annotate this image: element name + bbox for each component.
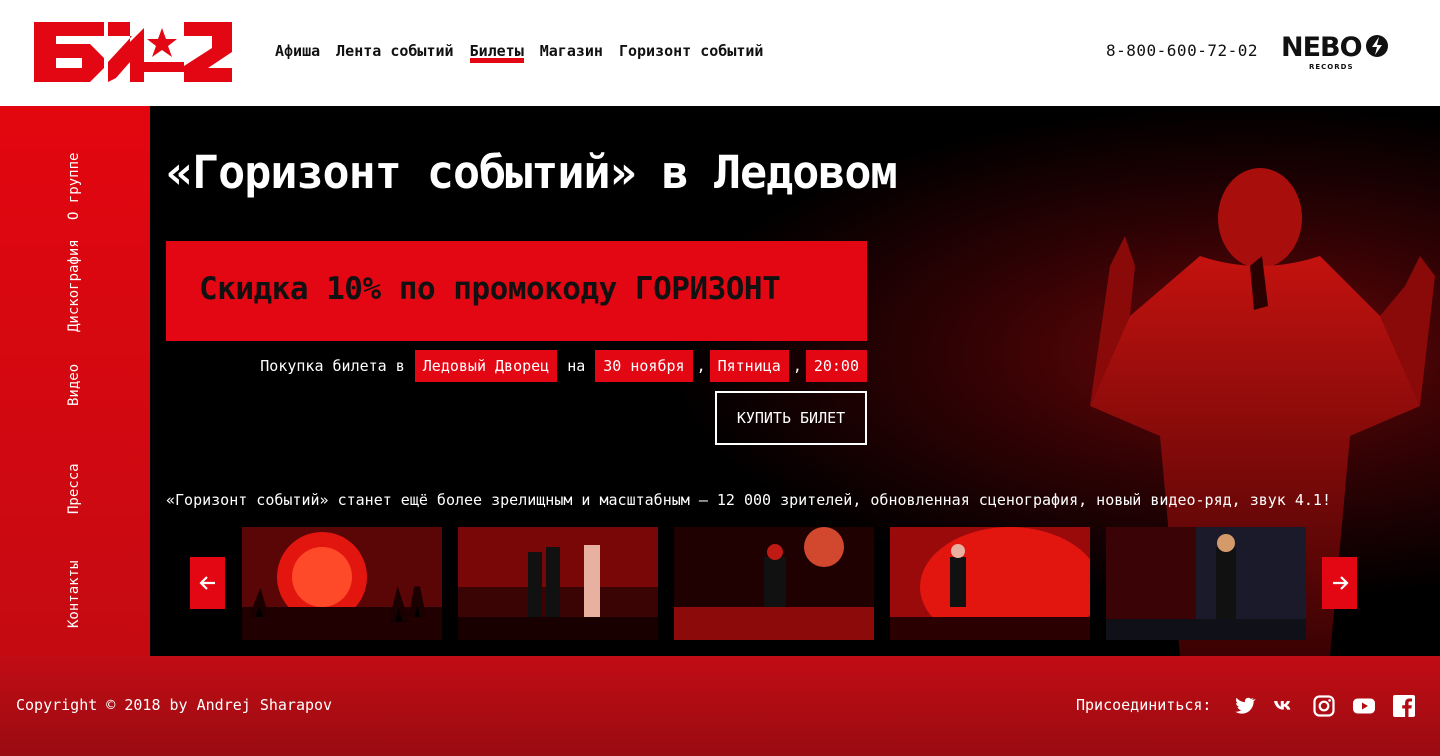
- event-description: «Горизонт событий» станет ещё более зрел…: [166, 491, 1331, 509]
- twitter-icon[interactable]: [1232, 694, 1256, 718]
- gallery-photo[interactable]: [458, 527, 658, 640]
- sidebar-item-video[interactable]: Видео: [60, 364, 88, 406]
- instagram-icon[interactable]: [1312, 694, 1336, 718]
- gallery-next-button[interactable]: [1322, 557, 1357, 609]
- sidebar: О группе Дискография Видео Пресса Контак…: [0, 106, 150, 656]
- vk-icon[interactable]: [1272, 694, 1296, 718]
- promo-banner: Скидка 10% по промокоду ГОРИЗОНТ: [166, 241, 867, 341]
- arrow-left-icon: [198, 576, 215, 590]
- time-chip: 20:00: [805, 350, 867, 382]
- facebook-icon[interactable]: [1392, 694, 1416, 718]
- nav-item-tickets[interactable]: Билеты: [469, 41, 524, 63]
- date-chip: 30 ноября: [595, 350, 693, 382]
- site-header: Афиша Лента событий Билеты Магазин Гориз…: [0, 0, 1440, 106]
- separator: ,: [792, 357, 802, 375]
- nebo-records-logo[interactable]: NEBO RECORDS: [1281, 32, 1393, 72]
- weekday-chip: Пятница: [709, 350, 789, 382]
- gallery-photo[interactable]: [890, 527, 1090, 640]
- purchase-prefix: Покупка билета в: [260, 357, 405, 375]
- phone-number[interactable]: 8-800-600-72-02: [1106, 41, 1258, 61]
- main-nav: Афиша Лента событий Билеты Магазин Гориз…: [275, 41, 764, 63]
- nav-item-events-feed[interactable]: Лента событий: [336, 41, 453, 61]
- purchase-info: Покупка билета в Ледовый Дворец на 30 но…: [250, 350, 867, 382]
- nav-item-shop[interactable]: Магазин: [540, 41, 603, 61]
- join-label: Присоединиться:: [1076, 696, 1212, 714]
- separator: ,: [696, 357, 706, 375]
- gallery-photo[interactable]: [674, 527, 874, 640]
- site-footer: Copyright © 2018 by Andrej Sharapov Прис…: [0, 656, 1440, 756]
- arrow-right-icon: [1332, 576, 1349, 590]
- purchase-on: на: [567, 357, 586, 375]
- nav-item-afisha[interactable]: Афиша: [275, 41, 320, 61]
- copyright: Copyright © 2018 by Andrej Sharapov: [16, 696, 333, 714]
- venue-chip: Ледовый Дворец: [414, 350, 558, 382]
- sidebar-item-contacts[interactable]: Контакты: [60, 561, 88, 628]
- page-title: «Горизонт событий» в Ледовом: [166, 146, 898, 199]
- gallery-photo[interactable]: [242, 527, 442, 640]
- svg-text:RECORDS: RECORDS: [1309, 63, 1354, 71]
- gallery-prev-button[interactable]: [190, 557, 225, 609]
- sidebar-item-about[interactable]: О группе: [60, 153, 88, 220]
- nav-item-event-horizon[interactable]: Горизонт событий: [619, 41, 764, 61]
- hero-section: «Горизонт событий» в Ледовом Скидка 10% …: [150, 106, 1440, 656]
- bi2-logo[interactable]: [34, 22, 232, 82]
- buy-ticket-button[interactable]: КУПИТЬ БИЛЕТ: [715, 391, 867, 445]
- youtube-icon[interactable]: [1352, 694, 1376, 718]
- sidebar-item-press[interactable]: Пресса: [60, 463, 88, 514]
- gallery-photo[interactable]: [1106, 527, 1306, 640]
- sidebar-item-discography[interactable]: Дискография: [60, 239, 88, 332]
- svg-text:NEBO: NEBO: [1281, 32, 1362, 63]
- promo-text: Скидка 10% по промокоду ГОРИЗОНТ: [199, 271, 781, 307]
